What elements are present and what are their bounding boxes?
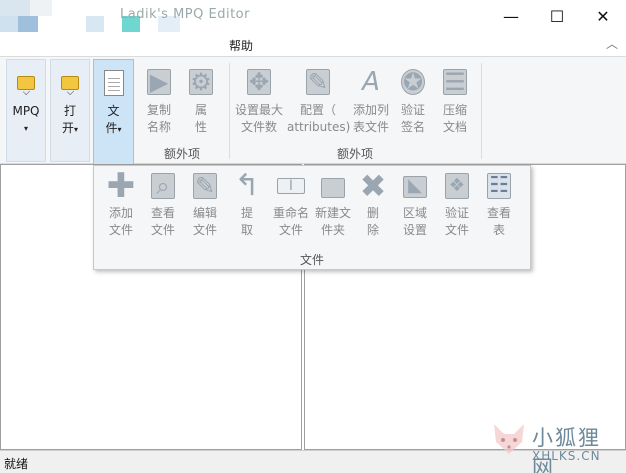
- watermark: 小狐狸网 XHLKS.CN: [488, 416, 623, 473]
- magnifier-icon: ⌕: [147, 170, 179, 202]
- edit-file-label-1: 编辑: [192, 206, 217, 220]
- plus-icon: ✚: [106, 166, 136, 206]
- view-table-label-2: 表: [492, 223, 505, 237]
- delete-label-2: 除: [366, 223, 379, 237]
- ribbon: MPQ ▾ 打 开▾ 文 件▾ ▶ 复制 名称 ⚙ 属 性 额外项 ✥ 设置最大…: [0, 56, 626, 167]
- arrows-expand-icon: ✥: [247, 68, 271, 96]
- rename-file-label-1: 重命名: [272, 206, 309, 220]
- menu-help[interactable]: 帮助: [229, 37, 253, 54]
- certificate-icon: ✪: [401, 68, 425, 96]
- properties-label-1: 属: [194, 103, 207, 117]
- open-label-1: 打: [63, 104, 76, 118]
- group-separator-2: [481, 63, 482, 159]
- file-label-2: 件▾: [105, 121, 122, 135]
- menu-bar: 帮助 ︿: [0, 32, 626, 56]
- extract-label-1: 提: [240, 206, 253, 220]
- title-bar: Ladik's MPQ Editor — ☐ ✕: [0, 0, 626, 50]
- copy-icon: ▶: [143, 66, 175, 98]
- group-separator: [229, 63, 230, 159]
- copy-name-label-1: 复制: [146, 103, 171, 117]
- minimize-icon: —: [503, 6, 519, 26]
- collapse-ribbon-icon[interactable]: ︿: [606, 35, 618, 52]
- verify-signature-label-2: 签名: [400, 120, 425, 134]
- locale-button[interactable]: ◣ 区域 设置: [394, 170, 436, 239]
- view-table-button[interactable]: ☷ 查看 表: [478, 170, 520, 239]
- open-caret-icon: ▾: [74, 125, 79, 134]
- new-folder-label-1: 新建文: [314, 206, 351, 220]
- compress-archive-label-1: 压缩: [442, 103, 467, 117]
- open-folder-icon: [54, 67, 86, 99]
- add-listfile-label-1: 添加列: [352, 103, 389, 117]
- open-label-2: 开▾: [61, 121, 79, 135]
- folder-icon: [10, 67, 42, 99]
- config-attributes-label-2: attributes): [287, 120, 351, 134]
- config-attributes-label-1: 配置（: [299, 103, 336, 117]
- add-file-label-1: 添加: [108, 206, 133, 220]
- extract-button[interactable]: ↰ 提 取: [226, 170, 268, 239]
- add-file-label-2: 文件: [108, 223, 133, 237]
- delete-button[interactable]: ✖ 删 除: [352, 170, 394, 239]
- view-file-label-1: 查看: [150, 206, 175, 220]
- verify-file-button[interactable]: ❖ 验证 文件: [436, 170, 478, 239]
- verify-file-label-1: 验证: [444, 206, 469, 220]
- fox-logo-icon: [494, 424, 524, 454]
- edit-file-label-2: 文件: [192, 223, 217, 237]
- locale-icon: ◣: [399, 170, 431, 202]
- maximize-icon: ☐: [549, 6, 565, 26]
- table-icon: ☷: [483, 170, 515, 202]
- verify-file-label-2: 文件: [444, 223, 469, 237]
- minimize-button[interactable]: —: [488, 0, 534, 32]
- checklist-icon: ✎: [306, 68, 330, 96]
- rename-file-label-2: 文件: [278, 223, 303, 237]
- new-folder-icon: [317, 170, 349, 202]
- edit-file-button[interactable]: ✎ 编辑 文件: [184, 170, 226, 239]
- watermark-text: 小狐狸网: [532, 426, 601, 473]
- mpq-label: MPQ: [12, 104, 40, 118]
- status-text: 就绪: [4, 457, 29, 471]
- compress-archive-label-2: 文档: [442, 120, 467, 134]
- mpq-caret-icon: ▾: [23, 124, 28, 133]
- window-title: Ladik's MPQ Editor: [120, 7, 250, 22]
- rename-file-button[interactable]: I 重命名 文件: [268, 170, 314, 239]
- view-file-button[interactable]: ⌕ 查看 文件: [142, 170, 184, 239]
- file-button[interactable]: 文 件▾: [93, 59, 134, 167]
- locale-label-1: 区域: [402, 206, 427, 220]
- extract-label-2: 取: [240, 223, 253, 237]
- extract-icon: ↰: [234, 168, 260, 203]
- close-button[interactable]: ✕: [580, 0, 626, 32]
- group-label-extra1: 额外项: [163, 147, 200, 161]
- mpq-button[interactable]: MPQ ▾: [6, 59, 46, 162]
- add-file-button[interactable]: ✚ 添加 文件: [100, 166, 142, 239]
- delete-label-1: 删: [366, 206, 379, 220]
- edit-icon: ✎: [193, 172, 217, 200]
- open-button[interactable]: 打 开▾: [50, 59, 90, 162]
- dropdown-group-label: 文件: [299, 253, 324, 267]
- add-listfile-label-2: 表文件: [352, 120, 389, 134]
- view-table-label-1: 查看: [486, 206, 511, 220]
- verify-icon: ❖: [441, 170, 473, 202]
- locale-label-2: 设置: [402, 223, 427, 237]
- add-text-icon: A: [362, 67, 380, 97]
- document-icon: [98, 67, 130, 99]
- archive-icon: ☰: [443, 68, 467, 96]
- close-icon: ✕: [596, 6, 610, 26]
- verify-signature-label-1: 验证: [400, 103, 425, 117]
- new-folder-label-2: 件夹: [320, 223, 345, 237]
- set-max-files-label-1: 设置最大: [234, 103, 283, 117]
- watermark-sub: XHLKS.CN: [532, 449, 601, 463]
- file-dropdown-menu: ✚ 添加 文件 ⌕ 查看 文件 ✎ 编辑 文件 ↰ 提 取 I 重命名 文件 新…: [93, 165, 531, 270]
- view-file-label-2: 文件: [150, 223, 175, 237]
- properties-gear-icon: ⚙: [189, 68, 213, 96]
- delete-icon: ✖: [359, 167, 387, 205]
- set-max-files-label-2: 文件数: [240, 120, 277, 134]
- maximize-button[interactable]: ☐: [534, 0, 580, 32]
- group-label-extra2: 额外项: [336, 147, 373, 161]
- copy-name-label-2: 名称: [146, 120, 171, 134]
- new-folder-button[interactable]: 新建文 件夹: [310, 170, 356, 239]
- properties-label-2: 性: [194, 120, 207, 134]
- rename-icon: I: [275, 170, 307, 202]
- file-label-1: 文: [107, 104, 120, 118]
- file-caret-icon: ▾: [117, 125, 122, 134]
